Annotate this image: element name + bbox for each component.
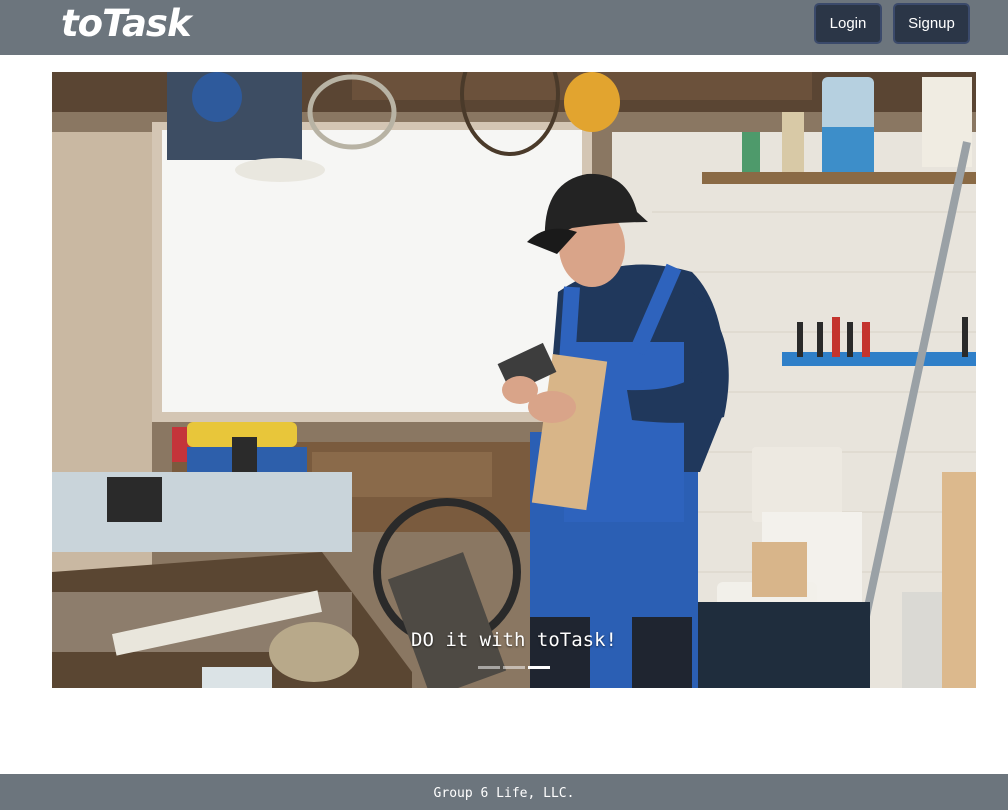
- footer: Group 6 Life, LLC.: [0, 774, 1008, 810]
- carousel-indicator-2[interactable]: [503, 666, 525, 669]
- carousel-indicator-3[interactable]: [528, 666, 550, 669]
- navbar: toTask Login Signup: [0, 0, 1008, 55]
- hero-image: [52, 72, 976, 688]
- carousel-caption: DO it with toTask!: [411, 629, 617, 651]
- login-button[interactable]: Login: [814, 3, 882, 44]
- carousel-indicators: [52, 666, 976, 669]
- carousel-indicator-1[interactable]: [478, 666, 500, 669]
- hero-carousel[interactable]: DO it with toTask!: [52, 72, 976, 688]
- signup-button[interactable]: Signup: [893, 3, 970, 44]
- brand-logo[interactable]: toTask: [61, 2, 192, 46]
